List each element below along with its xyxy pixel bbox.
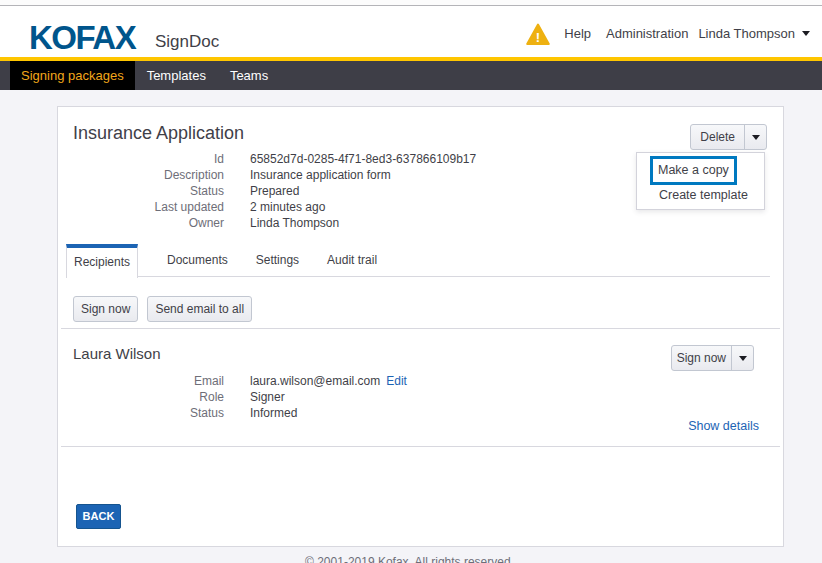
detail-value-email: laura.wilson@email.com: [250, 373, 380, 389]
detail-value-recipient-status: Informed: [250, 405, 297, 421]
detail-value-id: 65852d7d-0285-4f71-8ed3-637866109b17: [250, 151, 476, 167]
detail-value-status: Prepared: [250, 183, 299, 199]
nav-tab-signing-packages[interactable]: Signing packages: [10, 61, 135, 90]
menu-item-create-template[interactable]: Create template: [659, 188, 764, 202]
detail-label-last-updated: Last updated: [73, 199, 224, 215]
user-name: Linda Thompson: [698, 26, 795, 41]
recipient-sign-split-button: Sign now: [671, 345, 754, 371]
main-nav: Signing packages Templates Teams: [0, 61, 822, 90]
svg-text:!: !: [536, 30, 540, 45]
tab-settings[interactable]: Settings: [244, 245, 311, 277]
detail-label-owner: Owner: [73, 215, 224, 231]
detail-label-id: Id: [73, 151, 224, 167]
recipient-details: Email laura.wilson@email.com Edit Role Si…: [73, 373, 768, 421]
recipient-sign-dropdown-toggle[interactable]: [731, 346, 753, 370]
recipient-sign-now-button[interactable]: Sign now: [672, 346, 731, 370]
recipient-name: Laura Wilson: [73, 346, 768, 362]
back-button[interactable]: BACK: [76, 504, 121, 529]
detail-value-description: Insurance application form: [250, 167, 391, 183]
detail-value-owner: Linda Thompson: [250, 215, 339, 231]
help-link[interactable]: Help: [564, 26, 591, 41]
sign-now-button[interactable]: Sign now: [73, 296, 138, 322]
warning-icon[interactable]: !: [526, 23, 550, 46]
footer-copyright: © 2001-2019 Kofax. All rights reserved.: [46, 555, 773, 563]
menu-item-make-a-copy[interactable]: Make a copy: [650, 156, 737, 185]
app-header: KOFAX SignDoc ! Help Administration Lind…: [0, 6, 822, 57]
nav-tab-teams[interactable]: Teams: [218, 61, 280, 90]
chevron-down-icon: [802, 31, 810, 36]
detail-label-email: Email: [73, 373, 224, 389]
signing-package-card: Insurance Application Delete Make a copy…: [57, 106, 784, 547]
detail-label-role: Role: [73, 389, 224, 405]
user-menu[interactable]: Linda Thompson: [698, 26, 810, 41]
product-name: SignDoc: [155, 32, 219, 52]
send-email-to-all-button[interactable]: Send email to all: [147, 296, 252, 322]
caret-down-icon: [752, 135, 760, 140]
delete-dropdown-toggle[interactable]: [744, 125, 766, 149]
tab-documents[interactable]: Documents: [155, 245, 240, 277]
package-title: Insurance Application: [73, 123, 768, 143]
caret-down-icon: [739, 356, 747, 361]
administration-link[interactable]: Administration: [606, 26, 688, 41]
kofax-logo: KOFAX: [29, 23, 135, 53]
detail-label-status: Status: [73, 183, 224, 199]
detail-label-recipient-status: Status: [73, 405, 224, 421]
show-details-link[interactable]: Show details: [688, 419, 759, 433]
tab-audit-trail[interactable]: Audit trail: [315, 245, 389, 277]
detail-value-role: Signer: [250, 389, 285, 405]
detail-value-last-updated: 2 minutes ago: [250, 199, 325, 215]
delete-split-button: Delete: [690, 124, 767, 150]
tab-recipients[interactable]: Recipients: [66, 244, 138, 278]
detail-label-description: Description: [73, 167, 224, 183]
package-tabs: Recipients Documents Settings Audit trai…: [66, 244, 770, 277]
edit-email-link[interactable]: Edit: [386, 373, 407, 389]
delete-dropdown-menu: Make a copy Create template: [636, 152, 765, 210]
recipient-actions: Sign now Send email to all: [73, 296, 768, 322]
delete-button[interactable]: Delete: [691, 125, 744, 149]
nav-tab-templates[interactable]: Templates: [135, 61, 218, 90]
recipient-row: Laura Wilson Sign now Email laura.wilson…: [61, 328, 780, 447]
